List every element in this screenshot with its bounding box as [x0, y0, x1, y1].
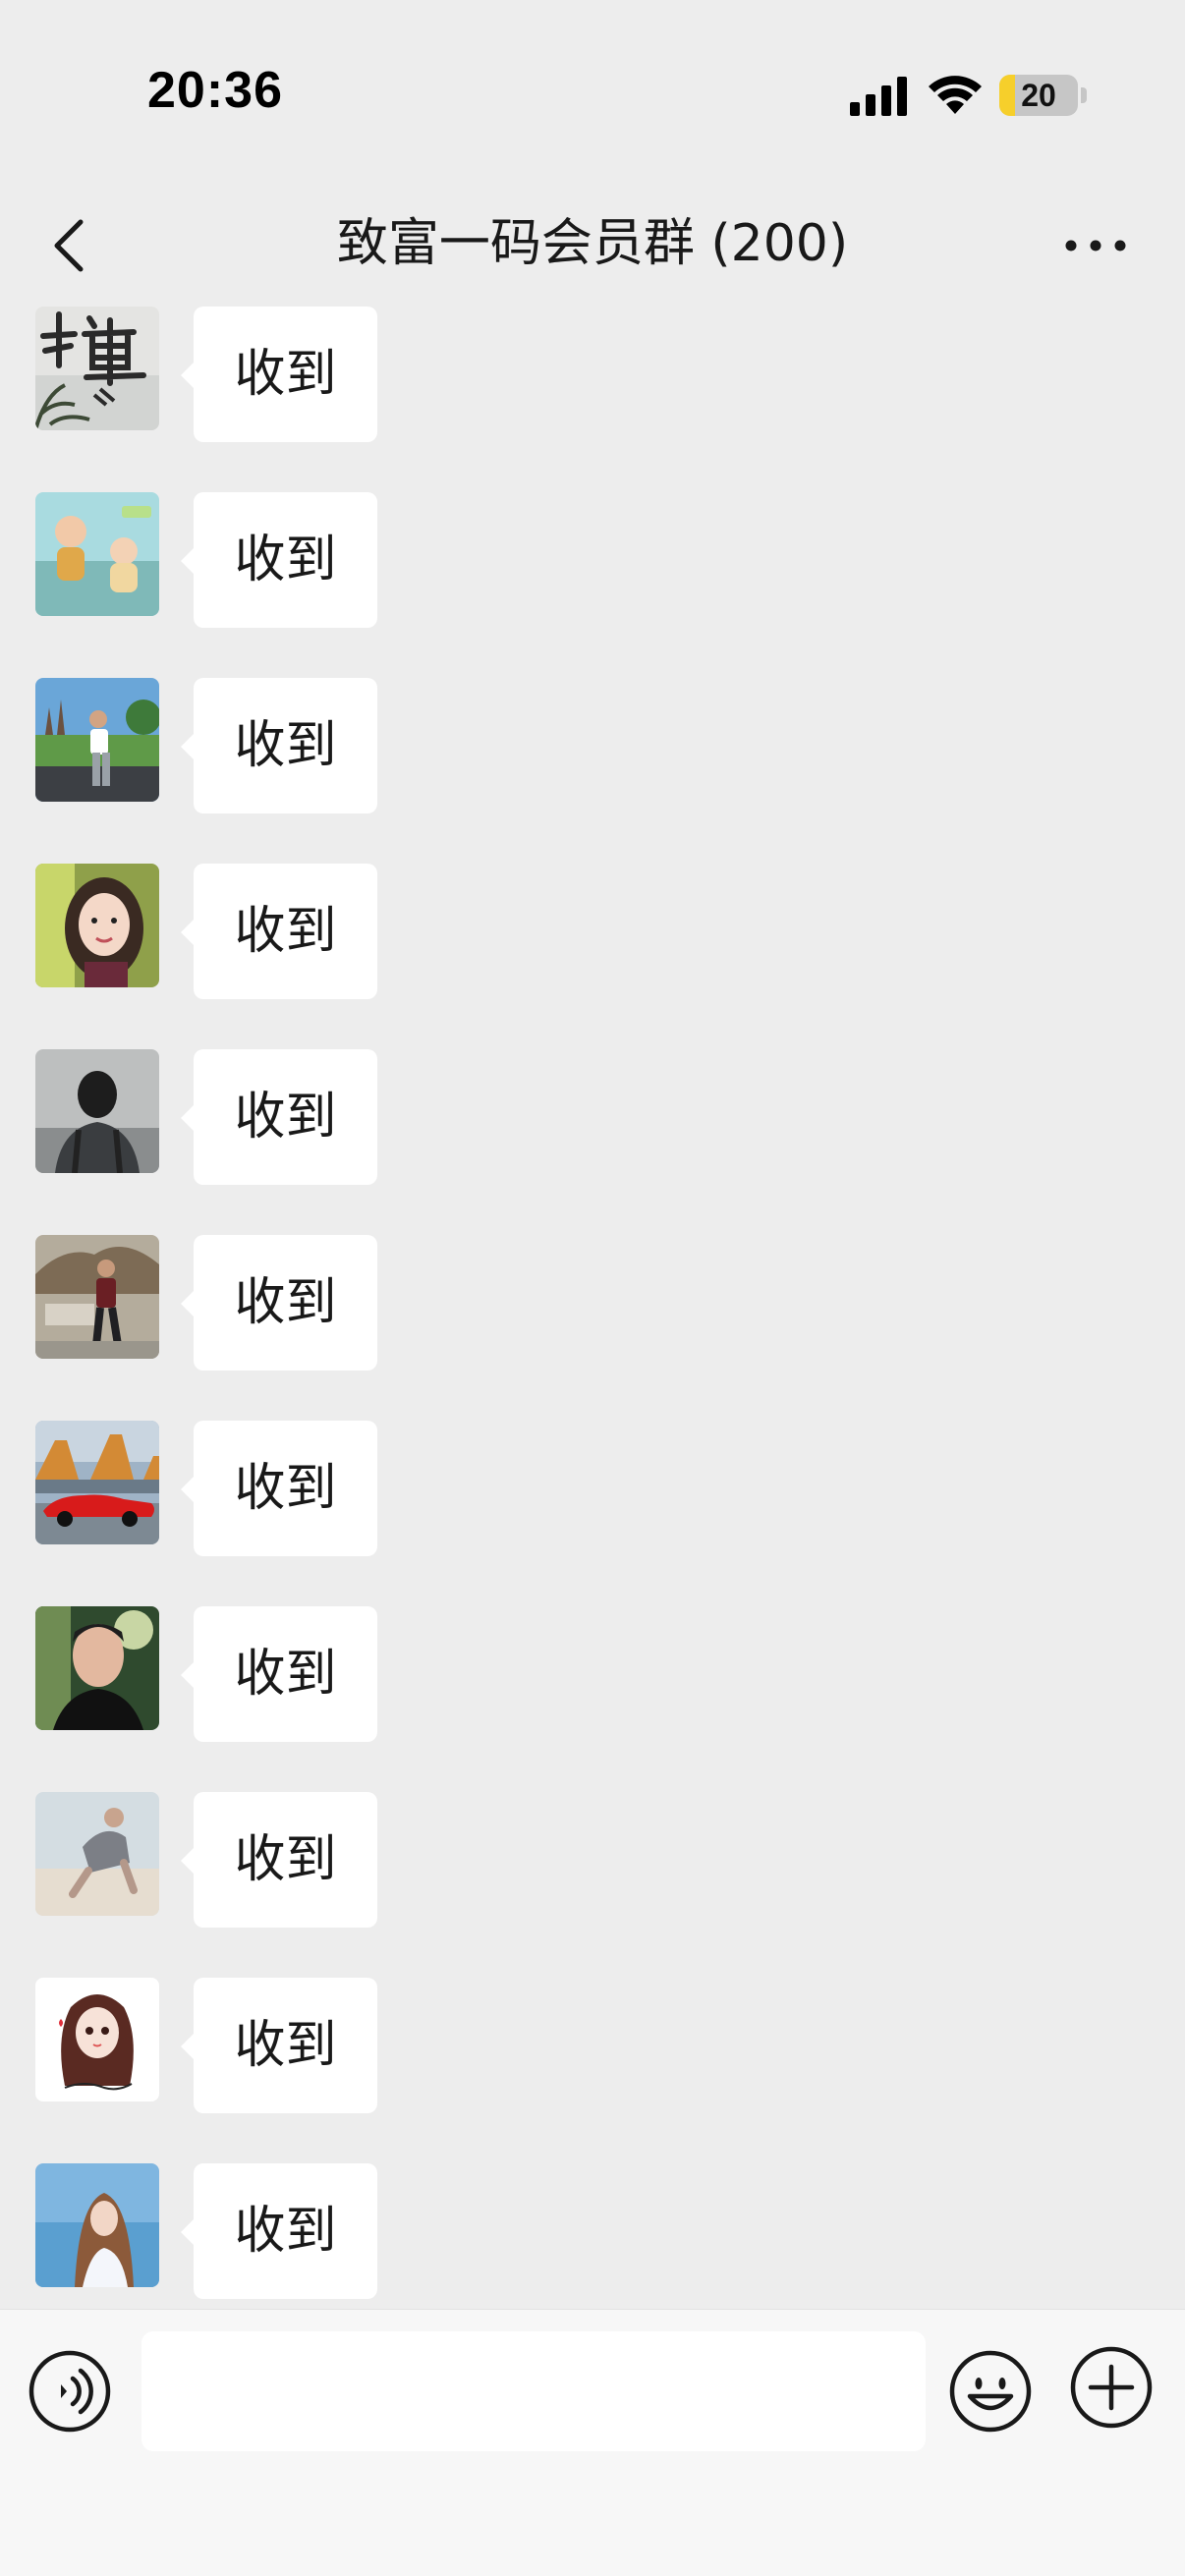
message-item: 收到 — [0, 490, 1185, 628]
park-avatar-image — [35, 678, 159, 802]
emoji-icon[interactable] — [948, 2349, 1033, 2434]
message-bubble[interactable]: 收到 — [181, 1792, 377, 1928]
message-bubble[interactable]: 收到 — [181, 1235, 377, 1371]
message-bubble[interactable]: 收到 — [181, 1421, 377, 1556]
message-item: 收到 — [0, 1047, 1185, 1185]
battery-icon: 20 — [999, 75, 1078, 116]
cellular-signal-icon — [850, 77, 907, 116]
avatar[interactable] — [35, 307, 159, 430]
battery-cap — [1081, 87, 1087, 103]
message-item: 收到 — [0, 1233, 1185, 1371]
avatar[interactable] — [35, 1792, 159, 1916]
avatar[interactable] — [35, 864, 159, 987]
young-man-avatar-image — [35, 1606, 159, 1730]
message-item: 收到 — [0, 305, 1185, 442]
nav-bar: 致富一码会员群 (200) — [0, 187, 1185, 305]
message-bubble[interactable]: 收到 — [181, 492, 377, 628]
message-item: 收到 — [0, 1790, 1185, 1928]
avatar[interactable] — [35, 1235, 159, 1359]
message-bubble[interactable]: 收到 — [181, 864, 377, 999]
beach-avatar-image — [35, 1792, 159, 1916]
plus-icon[interactable] — [1069, 2345, 1154, 2430]
cartoon-girl-avatar-image — [35, 1978, 159, 2101]
message-input[interactable] — [141, 2331, 926, 2451]
message-item: 收到 — [0, 676, 1185, 813]
status-bar: 20:36 20 — [0, 0, 1185, 187]
avatar[interactable] — [35, 1978, 159, 2101]
message-list[interactable]: 收到 收到 收到 收到 收到 收到 收到 收到 收到 收到 收到 — [0, 305, 1185, 2309]
chat-screen: 20:36 20 致富一码会员群 (200) 收到 收到 收到 收到 收到 收到… — [0, 0, 1185, 2576]
woman-selfie-avatar-image — [35, 864, 159, 987]
man-bench-avatar-image — [35, 1235, 159, 1359]
message-bubble[interactable]: 收到 — [181, 1606, 377, 1742]
avatar[interactable] — [35, 492, 159, 616]
babies-avatar-image — [35, 492, 159, 616]
message-item: 收到 — [0, 2161, 1185, 2299]
message-bubble[interactable]: 收到 — [181, 2163, 377, 2299]
battery-level: 20 — [1021, 78, 1056, 113]
message-item: 收到 — [0, 1419, 1185, 1556]
message-item: 收到 — [0, 1604, 1185, 1742]
avatar[interactable] — [35, 2163, 159, 2287]
message-item: 收到 — [0, 1976, 1185, 2113]
input-bar — [0, 2309, 1185, 2576]
back-icon[interactable] — [39, 206, 98, 285]
message-bubble[interactable]: 收到 — [181, 1978, 377, 2113]
wifi-icon — [929, 76, 982, 114]
avatar[interactable] — [35, 678, 159, 802]
message-bubble[interactable]: 收到 — [181, 307, 377, 442]
avatar[interactable] — [35, 1606, 159, 1730]
avatar[interactable] — [35, 1049, 159, 1173]
calligraphy-avatar-image — [35, 307, 159, 430]
man-back-avatar-image — [35, 1049, 159, 1173]
avatar[interactable] — [35, 1421, 159, 1544]
message-bubble[interactable]: 收到 — [181, 1049, 377, 1185]
message-bubble[interactable]: 收到 — [181, 678, 377, 813]
red-car-avatar-image — [35, 1421, 159, 1544]
status-time: 20:36 — [147, 62, 283, 119]
chat-title: 致富一码会员群 (200) — [336, 214, 849, 273]
message-item: 收到 — [0, 862, 1185, 999]
woman-sea-avatar-image — [35, 2163, 159, 2287]
more-icon[interactable] — [1061, 226, 1130, 265]
voice-icon[interactable] — [28, 2349, 112, 2434]
